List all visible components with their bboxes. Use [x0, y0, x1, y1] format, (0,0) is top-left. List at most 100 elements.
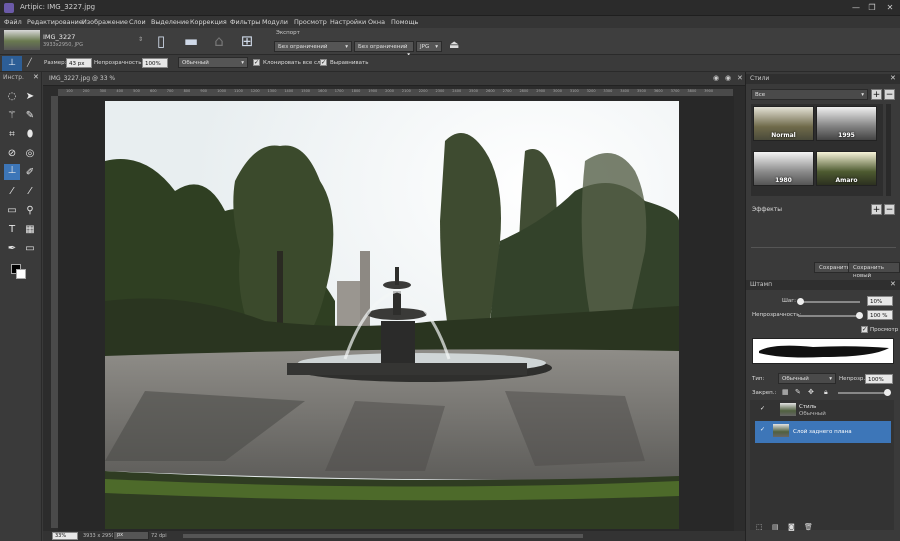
- menu-layers[interactable]: Слои: [129, 18, 146, 26]
- menu-windows[interactable]: Окна: [368, 18, 385, 26]
- step-slider-handle[interactable]: [797, 298, 804, 305]
- step-input[interactable]: 10%: [867, 296, 893, 306]
- horizontal-scrollbar[interactable]: [183, 534, 583, 538]
- lasso-tool-icon[interactable]: ◌: [5, 90, 19, 104]
- align-checkbox[interactable]: ✓: [320, 59, 327, 66]
- color-replace-tool-icon[interactable]: ⁄: [23, 185, 37, 199]
- styles-filter-value: Все: [755, 92, 766, 98]
- background-color-swatch[interactable]: [16, 269, 26, 279]
- gradient-tool-icon[interactable]: ▦: [23, 223, 37, 237]
- menu-file[interactable]: Файл: [4, 18, 22, 26]
- clone-stamp-tool-icon[interactable]: ⊥: [4, 164, 20, 180]
- menu-settings[interactable]: Настройки: [330, 18, 366, 26]
- save-icon[interactable]: ⌂: [208, 31, 230, 51]
- share-icon[interactable]: ⊞: [236, 31, 258, 51]
- blend-mode-select[interactable]: Обычный ▾: [178, 57, 248, 68]
- minimize-icon[interactable]: —: [850, 2, 862, 13]
- step-slider[interactable]: [798, 301, 860, 303]
- close-icon[interactable]: ✕: [884, 2, 896, 13]
- fill-slider-handle[interactable]: [884, 389, 891, 396]
- magic-wand-tool-icon[interactable]: ⚚: [5, 109, 19, 123]
- clone-all-checkbox[interactable]: ✓: [253, 59, 260, 66]
- crop-tool-icon[interactable]: ⌗: [5, 128, 19, 142]
- remove-style-button[interactable]: −: [884, 89, 895, 100]
- layer-row-background[interactable]: ✓ Слой заднего плана: [755, 421, 891, 443]
- panel-close-icon[interactable]: ✕: [33, 73, 39, 81]
- lock-transparency-icon[interactable]: ▦: [782, 388, 789, 396]
- save-new-style-button[interactable]: Сохранить новый: [848, 262, 900, 279]
- zoom-tool-icon[interactable]: ⚲: [23, 204, 37, 218]
- style-thumb-normal[interactable]: Normal: [753, 106, 814, 141]
- style-thumb-amaro[interactable]: Amaro: [816, 151, 877, 186]
- pencil-tool-icon[interactable]: ✐: [23, 166, 37, 180]
- shape-select-tool-icon[interactable]: ◎: [23, 147, 37, 161]
- unit-select[interactable]: px: [113, 531, 149, 540]
- export-button-icon[interactable]: ⏏: [449, 38, 459, 51]
- export-format-select[interactable]: JPG ▾: [416, 41, 442, 52]
- layer-opacity-input[interactable]: 100%: [865, 374, 893, 384]
- drop-tool-icon[interactable]: ⬮: [23, 128, 37, 142]
- add-style-button[interactable]: +: [871, 89, 882, 100]
- mask-layer-icon[interactable]: ◙: [788, 523, 795, 531]
- stamp-opacity-slider[interactable]: [798, 315, 860, 317]
- remove-effect-button[interactable]: −: [884, 204, 895, 215]
- text-tool-icon[interactable]: T: [5, 223, 19, 237]
- menu-edit[interactable]: Редактирование: [27, 18, 83, 26]
- photo-canvas[interactable]: [105, 101, 679, 529]
- stamp-close-icon[interactable]: ✕: [890, 280, 896, 288]
- menu-filters[interactable]: Фильтры: [230, 18, 260, 26]
- image-dimensions: 3933 x 2950: [83, 533, 115, 539]
- menu-image[interactable]: Изображение: [82, 18, 128, 26]
- styles-filter-select[interactable]: Все ▾: [751, 89, 868, 100]
- menu-selection[interactable]: Выделение: [151, 18, 189, 26]
- layer-row-style[interactable]: ✓ Стиль Обычный: [755, 401, 891, 421]
- lock-brush-icon[interactable]: ✎: [795, 388, 801, 396]
- delete-layer-icon[interactable]: 🗑︎: [804, 523, 813, 531]
- layer-visibility-icon[interactable]: ✓: [759, 427, 766, 434]
- styles-scrollbar[interactable]: [886, 104, 891, 196]
- stamp-panel-header: Штамп: [746, 280, 900, 290]
- patch-tool-icon[interactable]: ⊘: [5, 147, 19, 161]
- export-size-select-2[interactable]: Без ограничений▾: [354, 41, 414, 58]
- brush-preview-icon[interactable]: ╱: [27, 58, 32, 67]
- open-folder-icon[interactable]: ▬: [180, 31, 202, 51]
- dpi-value: 72 dpi: [151, 533, 167, 539]
- document-tab-label[interactable]: IMG_3227.jpg @ 33 %: [49, 75, 115, 82]
- preview-checkbox[interactable]: ✓: [861, 326, 868, 333]
- eraser-tool-icon[interactable]: ▭: [5, 204, 19, 218]
- zoom-input[interactable]: 33%: [52, 532, 78, 540]
- maximize-icon[interactable]: ❐: [866, 2, 878, 13]
- menu-modules[interactable]: Модули: [262, 18, 288, 26]
- menu-correction[interactable]: Коррекция: [190, 18, 227, 26]
- add-effect-button[interactable]: +: [871, 204, 882, 215]
- style-thumb-1995[interactable]: 1995: [816, 106, 877, 141]
- doc-close-icon[interactable]: ✕: [737, 74, 743, 82]
- select-layer-icon[interactable]: ⬚: [756, 523, 763, 531]
- new-layer-icon[interactable]: ▤: [772, 523, 779, 531]
- doc-restore-icon[interactable]: ◉: [725, 74, 731, 82]
- pointer-tool-icon[interactable]: ➤: [23, 90, 37, 104]
- eyedropper-tool-icon[interactable]: ⁄: [5, 185, 19, 199]
- lock-all-icon[interactable]: 🔒︎: [824, 388, 828, 397]
- menu-help[interactable]: Помощь: [391, 18, 418, 26]
- rectangle-tool-icon[interactable]: ▭: [23, 242, 37, 256]
- file-switch-icon[interactable]: ⇕: [138, 36, 143, 43]
- styles-close-icon[interactable]: ✕: [890, 74, 896, 82]
- file-thumbnail[interactable]: [4, 30, 40, 50]
- style-thumb-1980[interactable]: 1980: [753, 151, 814, 186]
- doc-minimize-icon[interactable]: ◉: [713, 74, 719, 82]
- opacity-input[interactable]: 100%: [142, 58, 168, 68]
- export-size-select-1[interactable]: Без ограничений ▾: [274, 41, 352, 52]
- layer-visibility-icon[interactable]: ✓: [759, 406, 766, 413]
- menu-view[interactable]: Просмотр: [294, 18, 327, 26]
- new-document-icon[interactable]: ▯: [150, 31, 172, 51]
- stamp-opacity-input[interactable]: 100 %: [867, 310, 893, 320]
- stamp-tool-preview-icon[interactable]: ⊥: [2, 56, 22, 71]
- stamp-opacity-handle[interactable]: [856, 312, 863, 319]
- lock-position-icon[interactable]: ✥: [808, 388, 814, 396]
- pen-tool-icon[interactable]: ✒: [5, 242, 19, 256]
- size-input[interactable]: 43 px: [66, 58, 92, 68]
- brush-tool-icon[interactable]: ✎: [23, 109, 37, 123]
- layer-type-select[interactable]: Обычный ▾: [778, 373, 836, 384]
- fill-slider[interactable]: [838, 392, 888, 394]
